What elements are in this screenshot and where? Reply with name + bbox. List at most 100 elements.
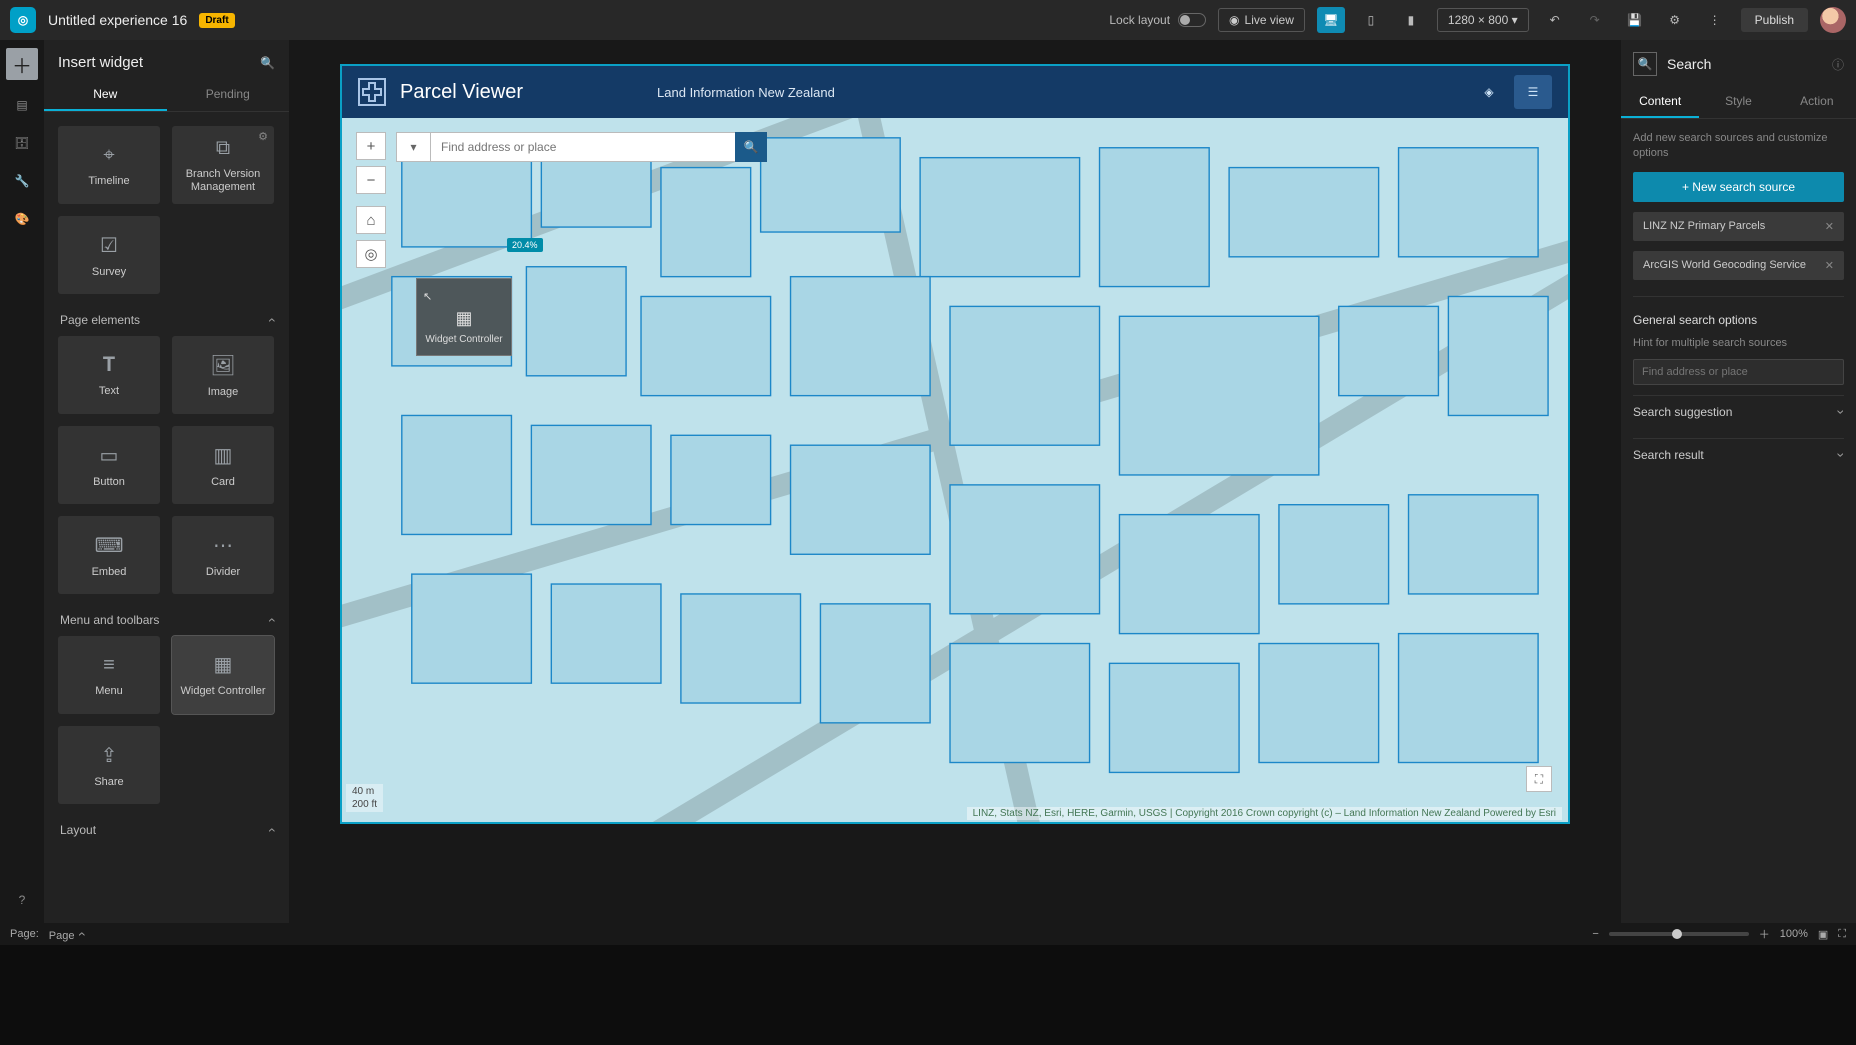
widget-label: Timeline: [88, 175, 129, 187]
widget-text[interactable]: 𝐓Text: [58, 336, 160, 414]
config-title: Search: [1667, 56, 1822, 72]
live-view-button[interactable]: ◉Live view: [1218, 8, 1305, 32]
drag-ghost-widget-controller[interactable]: ↖ ▦ Widget Controller: [416, 278, 512, 356]
source-label: LINZ NZ Primary Parcels: [1643, 220, 1765, 232]
page-icon[interactable]: ▤: [9, 92, 35, 118]
device-desktop-icon[interactable]: 🖥: [1317, 7, 1345, 33]
more-icon[interactable]: ⋮: [1701, 7, 1729, 33]
undo-icon[interactable]: ↶: [1541, 7, 1569, 33]
hint-input[interactable]: [1633, 359, 1844, 385]
app-logo-icon[interactable]: ◎: [10, 7, 36, 33]
config-tab-action[interactable]: Action: [1778, 86, 1856, 118]
widget-divider[interactable]: ⋯Divider: [172, 516, 274, 594]
list-button[interactable]: ☰: [1514, 75, 1552, 109]
page-selector[interactable]: Page: [49, 926, 82, 942]
insert-widget-button[interactable]: ＋: [6, 48, 38, 80]
settings-icon[interactable]: ⚙: [1661, 7, 1689, 33]
widget-card[interactable]: ▥ Card: [172, 426, 274, 504]
text-icon: 𝐓: [103, 354, 116, 377]
save-icon[interactable]: 💾: [1621, 7, 1649, 33]
fullscreen-icon[interactable]: ⛶: [1838, 928, 1846, 941]
device-phone-icon[interactable]: ▮: [1397, 7, 1425, 33]
scale-bar: 40 m 200 ft: [346, 784, 383, 812]
search-source-item[interactable]: ArcGIS World Geocoding Service ✕: [1633, 251, 1844, 280]
device-tablet-icon[interactable]: ▯: [1357, 7, 1385, 33]
ghost-label: Widget Controller: [425, 334, 502, 345]
fit-screen-icon[interactable]: ▣: [1818, 928, 1828, 941]
lock-layout-group: Lock layout: [1109, 13, 1206, 27]
widget-controller[interactable]: ▦Widget Controller: [172, 636, 274, 714]
controller-icon: ▦: [455, 308, 472, 329]
topbar: ◎ Untitled experience 16 Draft Lock layo…: [0, 0, 1856, 40]
widget-branch-version-management[interactable]: ⚙ ⧉ Branch Version Management: [172, 126, 274, 204]
layers-button[interactable]: ◈: [1470, 75, 1508, 109]
theme-icon[interactable]: 🎨: [9, 206, 35, 232]
help-icon[interactable]: ?: [9, 887, 35, 913]
app-canvas[interactable]: Parcel Viewer Land Information New Zeala…: [340, 64, 1570, 824]
section-menu-toolbars[interactable]: Menu and toolbars: [58, 604, 275, 636]
config-tab-style[interactable]: Style: [1699, 86, 1777, 118]
user-avatar[interactable]: [1820, 7, 1846, 33]
map-view[interactable]: + − ⌂ ◎ ▾ 🔍 20.4% ↖ ▦ Widget Controller …: [342, 118, 1568, 822]
redo-icon[interactable]: ↷: [1581, 7, 1609, 33]
experience-title: Untitled experience 16: [48, 12, 187, 28]
app-header-logo-icon: [358, 78, 386, 106]
widget-share[interactable]: ⇪Share: [58, 726, 160, 804]
section-page-elements[interactable]: Page elements: [58, 304, 275, 336]
remove-source-icon[interactable]: ✕: [1825, 259, 1834, 272]
widget-label: Image: [208, 386, 239, 398]
help-info-icon[interactable]: ⓘ: [1832, 56, 1844, 73]
widget-button[interactable]: ▭Button: [58, 426, 160, 504]
widget-label: Card: [211, 476, 235, 488]
widget-embed[interactable]: ⌨Embed: [58, 516, 160, 594]
search-widget-icon: 🔍: [1633, 52, 1657, 76]
config-tab-content[interactable]: Content: [1621, 86, 1699, 118]
search-result-accordion[interactable]: Search result: [1633, 438, 1844, 471]
search-source-item[interactable]: LINZ NZ Primary Parcels ✕: [1633, 212, 1844, 241]
config-panel: 🔍 Search ⓘ Content Style Action Add new …: [1621, 40, 1856, 923]
search-widgets-icon[interactable]: 🔍: [260, 56, 275, 70]
zoom-in-icon[interactable]: ＋: [1759, 926, 1770, 942]
page-label: Page:: [10, 928, 39, 940]
insert-panel: Insert widget 🔍 New Pending ⌖ Timeline ⚙…: [44, 40, 289, 923]
zoom-slider[interactable]: [1609, 932, 1749, 936]
app-header: Parcel Viewer Land Information New Zeala…: [342, 66, 1568, 118]
layers-icon: ⧉: [216, 137, 230, 160]
data-icon[interactable]: 🗄: [9, 130, 35, 156]
expand-map-button[interactable]: ⛶: [1526, 766, 1552, 792]
drop-percent-chip: 20.4%: [507, 238, 543, 252]
locate-button[interactable]: ◎: [356, 240, 386, 268]
insert-tab-new[interactable]: New: [44, 79, 167, 111]
widget-label: Branch Version Management: [172, 168, 274, 192]
tools-icon[interactable]: 🔧: [9, 168, 35, 194]
widget-survey[interactable]: ☑ Survey: [58, 216, 160, 294]
widget-image[interactable]: 🖼Image: [172, 336, 274, 414]
zoom-out-button[interactable]: −: [356, 166, 386, 194]
lock-layout-toggle[interactable]: [1178, 13, 1206, 27]
map-search-input[interactable]: [430, 132, 735, 162]
widget-label: Widget Controller: [181, 685, 266, 697]
insert-tab-pending[interactable]: Pending: [167, 79, 290, 111]
zoom-value: 100%: [1780, 928, 1808, 940]
map-search-button[interactable]: 🔍: [735, 132, 767, 162]
insert-panel-title: Insert widget: [58, 54, 143, 71]
new-search-source-button[interactable]: + New search source: [1633, 172, 1844, 202]
screen-size-select[interactable]: 1280 × 800 ▾: [1437, 8, 1529, 32]
widget-timeline[interactable]: ⌖ Timeline: [58, 126, 160, 204]
home-button[interactable]: ⌂: [356, 206, 386, 234]
zoom-in-button[interactable]: +: [356, 132, 386, 160]
general-options-title: General search options: [1633, 313, 1844, 327]
embed-icon: ⌨: [95, 533, 124, 558]
search-suggestion-accordion[interactable]: Search suggestion: [1633, 395, 1844, 428]
menu-icon: ≡: [103, 654, 115, 677]
remove-source-icon[interactable]: ✕: [1825, 220, 1834, 233]
publish-button[interactable]: Publish: [1741, 8, 1808, 32]
search-source-dropdown[interactable]: ▾: [396, 132, 430, 162]
section-layout[interactable]: Layout: [58, 814, 275, 846]
live-view-label: Live view: [1245, 13, 1294, 27]
zoom-out-icon[interactable]: −: [1592, 928, 1598, 940]
map-attribution: LINZ, Stats NZ, Esri, HERE, Garmin, USGS…: [967, 807, 1562, 820]
widget-menu[interactable]: ≡Menu: [58, 636, 160, 714]
card-icon: ▥: [214, 443, 233, 468]
left-rail: ＋ ▤ 🗄 🔧 🎨 ?: [0, 40, 44, 923]
